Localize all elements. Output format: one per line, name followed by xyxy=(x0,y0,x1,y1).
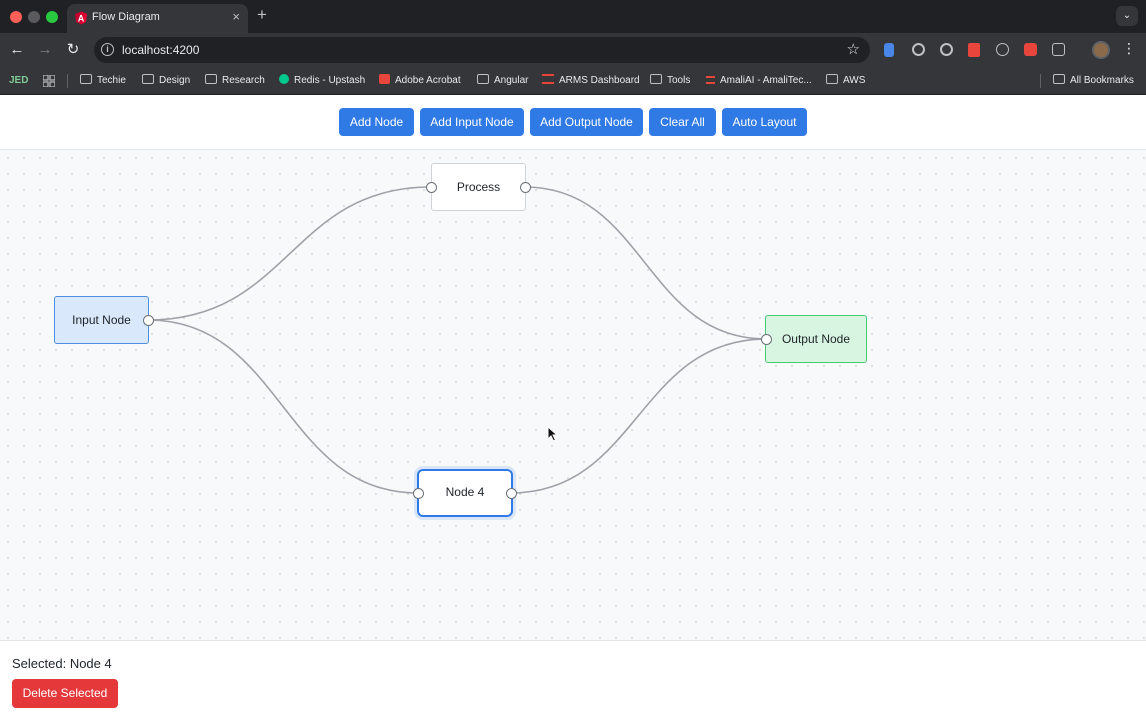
upstash-icon xyxy=(279,74,289,84)
extension-compass-icon[interactable] xyxy=(996,43,1009,56)
node-output[interactable]: Output Node xyxy=(765,315,867,363)
add-output-node-button[interactable]: Add Output Node xyxy=(530,108,643,136)
edge-input-to-node4[interactable] xyxy=(147,319,419,494)
browser-toolbar: ← → ↻ i localhost:4200 ☆ ⋮ xyxy=(0,33,1146,67)
add-node-button[interactable]: Add Node xyxy=(339,108,414,136)
extension-download-icon[interactable] xyxy=(1024,43,1037,56)
forward-arrow-icon[interactable]: → xyxy=(35,40,55,60)
folder-icon xyxy=(477,74,489,84)
tab-close-icon[interactable]: × xyxy=(232,9,240,24)
svg-text:A: A xyxy=(78,14,85,24)
bookmark-folder-research[interactable]: Research xyxy=(205,74,265,88)
diagram-canvas[interactable]: Input Node Process Output Node Node 4 xyxy=(0,150,1146,641)
edge-process-to-output[interactable] xyxy=(524,186,767,340)
folder-icon xyxy=(1053,74,1065,84)
add-input-node-button[interactable]: Add Input Node xyxy=(420,108,524,136)
window-close-button[interactable] xyxy=(10,11,22,23)
bookmark-amaliai[interactable]: AmaliAI - AmaliTec... xyxy=(706,74,812,88)
folder-icon xyxy=(142,74,154,84)
window-maximize-button[interactable] xyxy=(46,11,58,23)
extension-target-icon[interactable] xyxy=(940,43,953,56)
node-4-selected[interactable]: Node 4 xyxy=(417,469,513,517)
extension-docs-icon[interactable] xyxy=(884,43,894,57)
bookmark-folder-tools[interactable]: Tools xyxy=(650,74,690,88)
extension-pin-icon[interactable] xyxy=(968,43,980,57)
profile-avatar[interactable] xyxy=(1092,41,1110,59)
clear-all-button[interactable]: Clear All xyxy=(649,108,716,136)
edge-node4-to-output[interactable] xyxy=(510,338,767,494)
window-minimize-button[interactable] xyxy=(28,11,40,23)
node4-input-port[interactable] xyxy=(413,488,424,499)
bookmarks-divider xyxy=(67,74,68,88)
bookmark-redis-upstash[interactable]: Redis - Upstash xyxy=(279,74,365,88)
bookmark-folder-design[interactable]: Design xyxy=(142,74,190,88)
extension-react-icon[interactable] xyxy=(912,43,925,56)
bookmark-folder-angular[interactable]: Angular xyxy=(477,74,528,88)
folder-icon xyxy=(650,74,662,84)
delete-selected-button[interactable]: Delete Selected xyxy=(12,679,118,708)
node4-output-port[interactable] xyxy=(506,488,517,499)
diagram-toolbar: Add Node Add Input Node Add Output Node … xyxy=(0,95,1146,150)
bookmark-adobe-acrobat[interactable]: Adobe Acrobat xyxy=(379,74,461,88)
browser-menu-icon[interactable]: ⋮ xyxy=(1122,40,1136,57)
browser-tab-active[interactable]: A Flow Diagram × xyxy=(67,4,248,33)
amalitech-icon xyxy=(706,76,715,84)
address-bar[interactable]: i localhost:4200 ☆ xyxy=(94,37,870,63)
folder-icon xyxy=(826,74,838,84)
selection-panel: Selected: Node 4 Delete Selected xyxy=(0,641,1146,720)
bookmark-folder-techie[interactable]: Techie xyxy=(80,74,126,88)
all-bookmarks[interactable]: All Bookmarks xyxy=(1053,74,1134,88)
bookmarks-bar: JED Techie Design Research Redis - Upsta… xyxy=(0,67,1146,95)
bookmark-folder-aws[interactable]: AWS xyxy=(826,74,865,88)
folder-icon xyxy=(205,74,217,84)
angular-icon: A xyxy=(75,11,87,25)
bookmarks-divider xyxy=(1040,74,1041,88)
apps-grid-icon[interactable] xyxy=(43,75,55,87)
input-node-output-port[interactable] xyxy=(143,315,154,326)
bookmark-jed[interactable]: JED xyxy=(9,75,28,86)
address-url[interactable]: localhost:4200 xyxy=(122,43,199,57)
browser-tabstrip: A Flow Diagram × + ⌄ xyxy=(0,0,1146,33)
mouse-cursor-icon xyxy=(547,426,559,442)
new-tab-button[interactable]: + xyxy=(257,5,267,25)
acrobat-icon xyxy=(379,74,390,84)
process-output-port[interactable] xyxy=(520,182,531,193)
edges-layer xyxy=(147,186,767,494)
process-input-port[interactable] xyxy=(426,182,437,193)
node-process[interactable]: Process xyxy=(431,163,526,211)
extensions-puzzle-icon[interactable] xyxy=(1052,43,1065,56)
bookmark-star-icon[interactable]: ☆ xyxy=(847,40,860,58)
reload-icon[interactable]: ↻ xyxy=(63,40,83,60)
output-node-input-port[interactable] xyxy=(761,334,772,345)
edge-input-to-process[interactable] xyxy=(147,186,432,321)
site-info-icon[interactable]: i xyxy=(101,43,114,56)
tab-title: Flow Diagram xyxy=(92,11,160,23)
tab-search-chevron-icon[interactable]: ⌄ xyxy=(1116,6,1138,26)
node-input[interactable]: Input Node xyxy=(54,296,149,344)
selected-node-label: Selected: Node 4 xyxy=(12,656,112,671)
bookmark-arms-dashboard[interactable]: ARMS Dashboard xyxy=(542,74,640,88)
auto-layout-button[interactable]: Auto Layout xyxy=(722,108,807,136)
back-arrow-icon[interactable]: ← xyxy=(7,40,27,60)
folder-icon xyxy=(80,74,92,84)
arms-icon xyxy=(542,74,554,84)
